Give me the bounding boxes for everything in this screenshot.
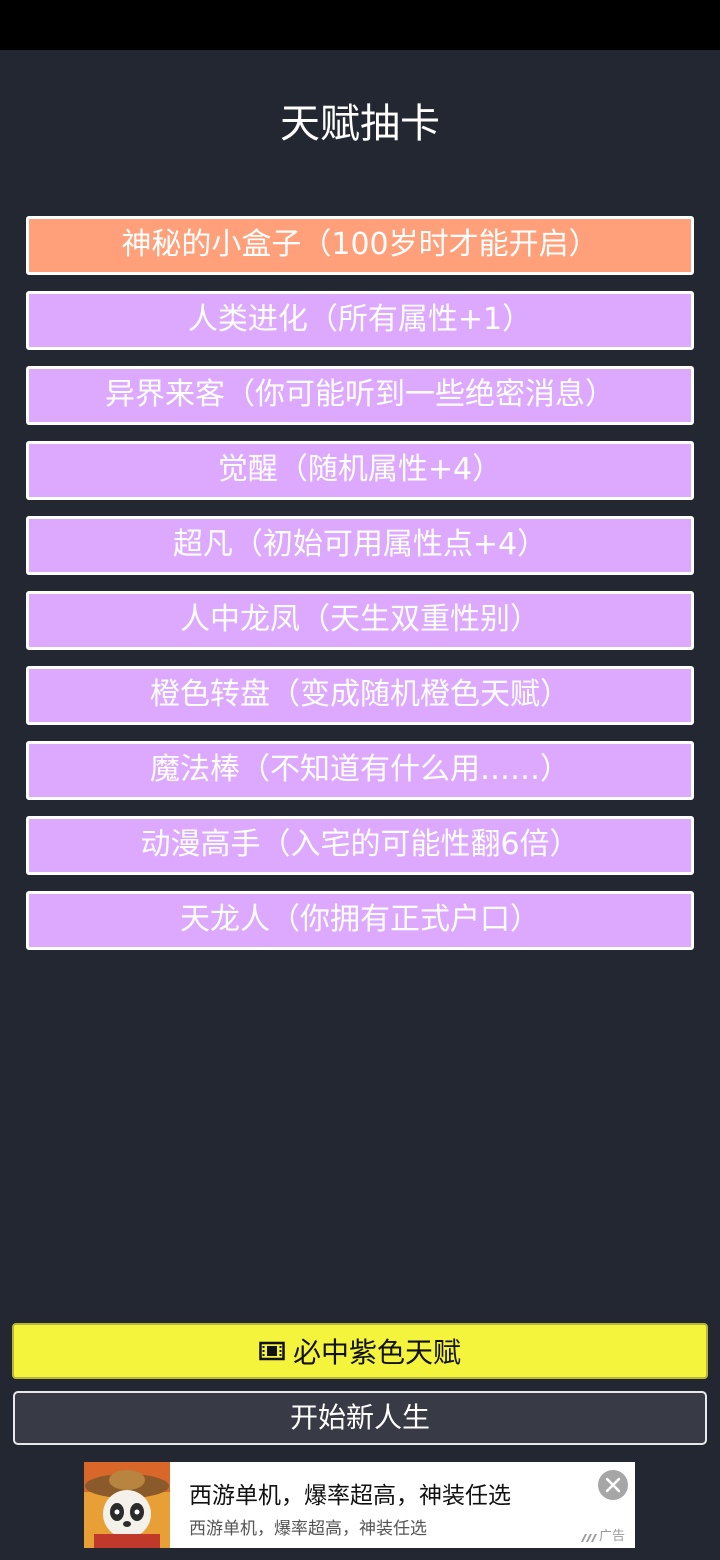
status-bar (0, 0, 720, 50)
ad-label-text: 广告 (599, 1529, 626, 1544)
ad-banner[interactable]: 西游单机，爆率超高，神装任选 西游单机，爆率超高，神装任选 广告 (84, 1462, 635, 1548)
guarantee-purple-button[interactable]: 必中紫色天赋 (12, 1323, 708, 1379)
page-title: 天赋抽卡 (280, 101, 440, 147)
talent-card[interactable]: 异界来客（你可能听到一些绝密消息） (26, 366, 694, 425)
talent-card[interactable]: 觉醒（随机属性+4） (26, 441, 694, 500)
close-icon[interactable] (598, 1470, 628, 1500)
new-life-button[interactable]: 开始新人生 (13, 1391, 707, 1445)
guarantee-purple-label: 必中紫色天赋 (292, 1336, 461, 1369)
talent-card[interactable]: 人中龙凤（天生双重性别） (26, 591, 694, 650)
talent-list: 神秘的小盒子（100岁时才能开启） 人类进化（所有属性+1） 异界来客（你可能听… (26, 216, 694, 966)
talent-card[interactable]: 天龙人（你拥有正式户口） (26, 891, 694, 950)
talent-card[interactable]: 动漫高手（入宅的可能性翻6倍） (26, 816, 694, 875)
ad-network-logo-icon (581, 1533, 597, 1542)
talent-card[interactable]: 橙色转盘（变成随机橙色天赋） (26, 666, 694, 725)
talent-card[interactable]: 超凡（初始可用属性点+4） (26, 516, 694, 575)
ad-label: 广告 (581, 1525, 625, 1544)
ad-subtitle: 西游单机，爆率超高，神装任选 (189, 1519, 427, 1539)
talent-card[interactable]: 人类进化（所有属性+1） (26, 291, 694, 350)
video-ad-icon (259, 1341, 285, 1361)
ad-title: 西游单机，爆率超高，神装任选 (189, 1483, 511, 1509)
talent-card[interactable]: 魔法棒（不知道有什么用……） (26, 741, 694, 800)
ad-game-image[interactable] (84, 1462, 170, 1548)
talent-card[interactable]: 神秘的小盒子（100岁时才能开启） (26, 216, 694, 275)
